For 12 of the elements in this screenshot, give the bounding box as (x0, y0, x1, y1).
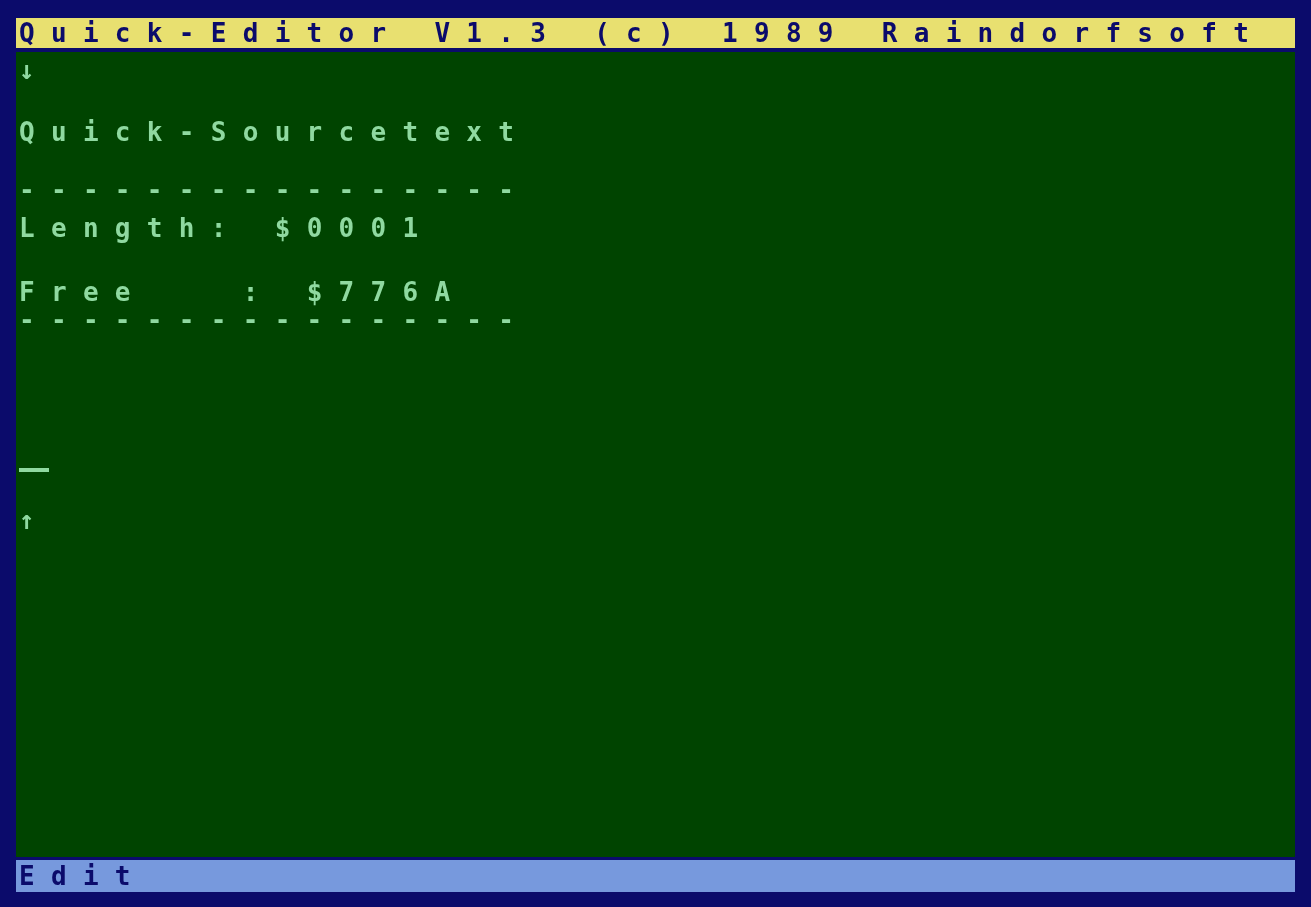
length-label: Length: (19, 213, 243, 243)
text-cursor (19, 468, 49, 472)
down-arrow-icon: ↓ (19, 56, 51, 84)
window-title: Quick-Editor V1.3 (c) 1989 Raindorfsoft (19, 18, 1266, 48)
dashed-rule: ---------------- (19, 176, 531, 204)
length-value: $0001 (274, 213, 435, 243)
up-arrow-icon: ↑ (19, 506, 51, 534)
dashed-rule: ---------------- (19, 306, 531, 334)
free-value: $776A (306, 277, 467, 307)
mode-label: Edit (19, 861, 147, 891)
heading-text: Quick-Sourcetext (19, 118, 531, 146)
free-label: Free : (19, 277, 275, 307)
